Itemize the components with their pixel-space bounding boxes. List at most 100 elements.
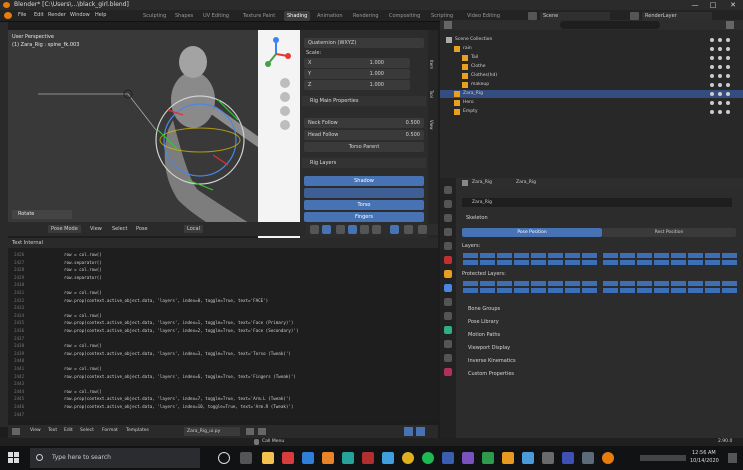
viewport-options-icon[interactable] [404, 225, 413, 234]
layer-toggle[interactable] [653, 259, 670, 266]
file-explorer-icon[interactable] [262, 452, 274, 464]
layer-toggle[interactable] [496, 287, 513, 294]
word-wrap-toggle-icon[interactable] [416, 427, 425, 436]
code-line[interactable]: row = col.row() [64, 290, 102, 295]
render-icon[interactable] [726, 47, 730, 51]
bone-groups-section[interactable]: Bone Groups [468, 306, 500, 312]
layer-toggle[interactable] [704, 259, 721, 266]
layer-toggle[interactable] [636, 280, 653, 287]
te-menu-edit[interactable]: Edit [64, 428, 73, 433]
menu-edit[interactable]: Edit [34, 12, 44, 18]
material-shading-icon[interactable] [360, 225, 369, 234]
code-line[interactable]: row = col.row() [64, 267, 102, 272]
code-line[interactable]: row = col.row() [64, 252, 102, 257]
code-line[interactable]: row = col.row() [64, 366, 102, 371]
eye-icon[interactable] [710, 74, 714, 78]
render-icon[interactable] [726, 56, 730, 60]
outliner-search-input[interactable] [560, 21, 660, 29]
layer-toggle[interactable] [602, 280, 619, 287]
layer-toggle[interactable] [581, 280, 598, 287]
code-line[interactable]: row.prop(context.active_object.data, 'la… [64, 351, 291, 356]
editor-type-icon[interactable] [12, 428, 20, 435]
view-menu[interactable]: View [90, 226, 102, 232]
pose-mode-dropdown[interactable]: Pose Mode [48, 225, 81, 233]
layer-toggle[interactable] [704, 252, 721, 259]
camera-icon[interactable] [718, 74, 722, 78]
te-menu-text[interactable]: Text [48, 428, 57, 433]
torso-parent-field[interactable]: Torso Parent [304, 142, 424, 152]
outliner-editor-icon[interactable] [444, 21, 452, 29]
eye-icon[interactable] [710, 83, 714, 87]
render-icon[interactable] [726, 110, 730, 114]
app-icon-green[interactable] [482, 452, 494, 464]
code-line[interactable]: row = col.row() [64, 389, 102, 394]
layer-toggle[interactable] [547, 259, 564, 266]
bone-tab-icon[interactable] [444, 340, 452, 348]
layer-toggle[interactable] [619, 287, 636, 294]
layer-button-blank[interactable] [304, 188, 424, 198]
layer-button-shadow[interactable]: Shadow [304, 176, 424, 186]
layer-toggle[interactable] [547, 287, 564, 294]
camera-icon[interactable] [718, 38, 722, 42]
gizmo-toggle-icon[interactable] [390, 225, 399, 234]
motion-paths-section[interactable]: Motion Paths [468, 332, 500, 338]
custom-properties-section[interactable]: Custom Properties [468, 371, 514, 377]
workspace-tab-shapes[interactable]: Shapes [172, 11, 196, 21]
layer-toggle[interactable] [530, 252, 547, 259]
texture-tab-icon[interactable] [444, 368, 452, 376]
layer-toggle[interactable] [687, 259, 704, 266]
workspace-tab-uv-editing[interactable]: UV Editing [200, 11, 232, 21]
layer-toggle[interactable] [721, 287, 738, 294]
layer-toggle[interactable] [653, 252, 670, 259]
layer-toggle[interactable] [462, 252, 479, 259]
render-icon[interactable] [726, 92, 730, 96]
layer-toggle[interactable] [479, 259, 496, 266]
line-numbers-toggle-icon[interactable] [404, 427, 413, 436]
layer-button-torso[interactable]: Torso [304, 200, 424, 210]
layer-toggle[interactable] [721, 259, 738, 266]
camera-icon[interactable] [718, 92, 722, 96]
workspace-tab-compositing[interactable]: Compositing [386, 11, 423, 21]
layer-toggle[interactable] [636, 287, 653, 294]
layer-toggle[interactable] [479, 252, 496, 259]
code-line[interactable]: row.separator() [64, 275, 102, 280]
layer-toggle[interactable] [462, 259, 479, 266]
skeleton-section-header[interactable]: Skeleton [466, 215, 488, 221]
eye-icon[interactable] [710, 110, 714, 114]
wireframe-shading-icon[interactable] [336, 225, 345, 234]
rendered-shading-icon[interactable] [372, 225, 381, 234]
render-tab-icon[interactable] [444, 200, 452, 208]
menu-help[interactable]: Help [95, 12, 106, 18]
app-icon-violet[interactable] [462, 452, 474, 464]
layer-toggle[interactable] [581, 259, 598, 266]
app-icon-amber[interactable] [502, 452, 514, 464]
outliner-row[interactable]: Zara_Rig [440, 90, 743, 98]
scene-tab-icon[interactable] [444, 242, 452, 250]
layer-toggle[interactable] [513, 259, 530, 266]
layer-toggle[interactable] [479, 287, 496, 294]
tab-view[interactable]: View [429, 120, 434, 130]
head-follow-slider[interactable]: Head Follow 0.500 [304, 130, 424, 140]
layer-toggle[interactable] [530, 259, 547, 266]
viewport-display-section[interactable]: Viewport Display [468, 345, 510, 351]
layer-toggle[interactable] [564, 252, 581, 259]
scale-y-field[interactable]: Y 1.000 [304, 69, 410, 79]
notification-icon[interactable] [728, 453, 737, 463]
layer-toggle[interactable] [496, 259, 513, 266]
outliner-row[interactable]: Tail [440, 54, 743, 62]
outliner-row[interactable]: Clothes(hd) [440, 72, 743, 80]
view-layer-selector[interactable]: RenderLayer [642, 12, 712, 20]
layer-toggle[interactable] [653, 287, 670, 294]
xray-toggle-icon[interactable] [322, 225, 331, 234]
layer-toggle[interactable] [581, 252, 598, 259]
inverse-kinematics-section[interactable]: Inverse Kinematics [468, 358, 516, 364]
code-line[interactable]: row.prop(context.active_object.data, 'la… [64, 374, 296, 379]
layer-toggle[interactable] [513, 252, 530, 259]
layer-toggle[interactable] [602, 287, 619, 294]
te-menu-select[interactable]: Select [80, 428, 94, 433]
code-line[interactable]: row = col.row() [64, 343, 102, 348]
scene-selector[interactable]: Scene [540, 12, 610, 20]
layer-toggle[interactable] [564, 259, 581, 266]
outliner-row[interactable]: Empty [440, 108, 743, 116]
outliner-row[interactable]: Clothe [440, 63, 743, 71]
